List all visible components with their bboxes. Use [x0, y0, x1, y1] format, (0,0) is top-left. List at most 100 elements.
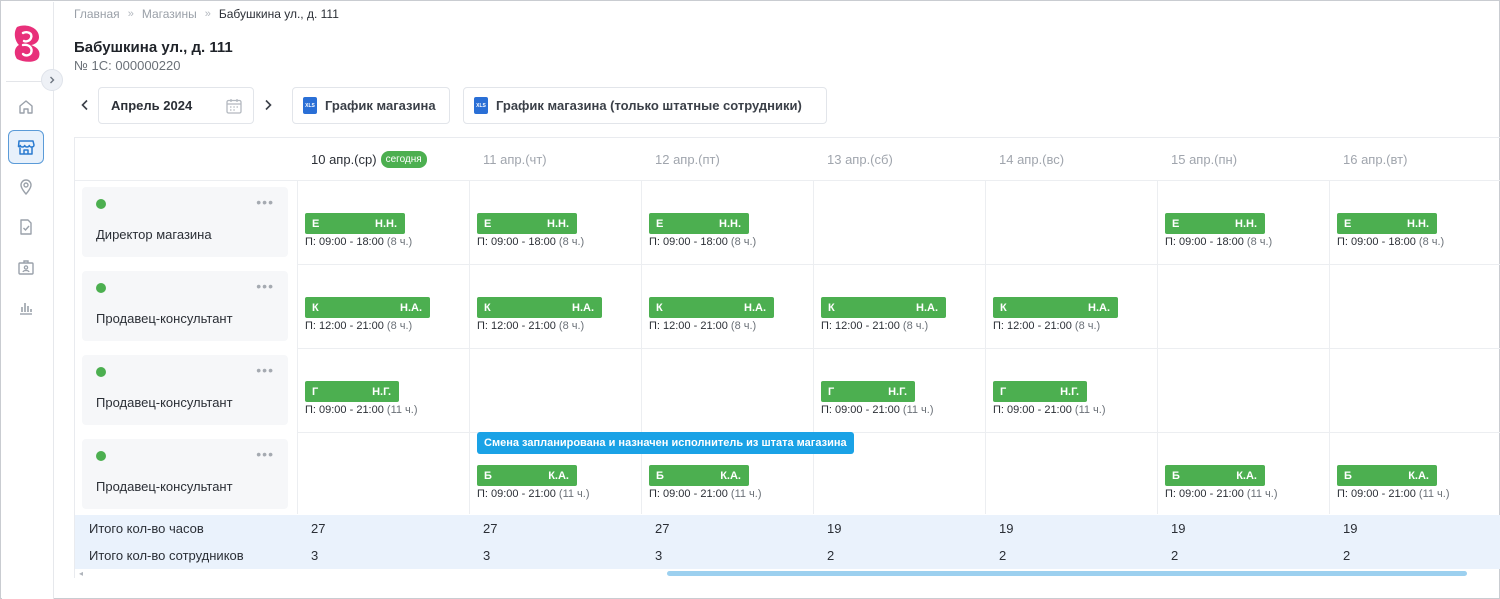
- next-month-button[interactable]: [258, 95, 278, 115]
- shift-employee-bar[interactable]: Е Н.Н.: [1165, 213, 1265, 234]
- total-hours-value: 19: [999, 521, 1014, 536]
- sidebar-item-reports[interactable]: [8, 290, 44, 324]
- sidebar-item-locations[interactable]: [8, 170, 44, 204]
- day-header-6: 16 апр.(вт): [1329, 138, 1500, 181]
- more-options-icon[interactable]: •••: [256, 447, 274, 461]
- page-title: Бабушкина ул., д. 111: [74, 39, 233, 56]
- employee-first-name: Е: [312, 217, 320, 230]
- export-staff-schedule-button[interactable]: XLS График магазина (только штатные сотр…: [463, 87, 827, 124]
- employee-initials: Н.Г.: [1060, 385, 1079, 398]
- shift-employee-bar[interactable]: Б К.А.: [477, 465, 577, 486]
- breadcrumb-stores[interactable]: Магазины: [142, 7, 197, 21]
- scrollbar-thumb[interactable]: [667, 571, 1467, 576]
- shift-time: П: 12:00 - 21:00 (8 ч.): [305, 320, 413, 332]
- employee-initials: К.А.: [548, 469, 569, 482]
- role-card[interactable]: ••• Продавец-консультант: [82, 271, 288, 341]
- shift-time: П: 12:00 - 21:00 (8 ч.): [477, 320, 585, 332]
- shift-cell[interactable]: К Н.А. П: 12:00 - 21:00 (8 ч.): [649, 297, 774, 332]
- shift-cell[interactable]: Б К.А. П: 09:00 - 21:00 (11 ч.): [1337, 465, 1450, 500]
- shift-employee-bar[interactable]: Б К.А.: [1337, 465, 1437, 486]
- breadcrumb-separator: »: [127, 8, 134, 20]
- shift-cell[interactable]: К Н.А. П: 12:00 - 21:00 (8 ч.): [477, 297, 602, 332]
- employee-initials: Н.Н.: [375, 217, 397, 230]
- shift-employee-bar[interactable]: Е Н.Н.: [305, 213, 405, 234]
- shift-employee-bar[interactable]: Е Н.Н.: [649, 213, 749, 234]
- shift-time: П: 12:00 - 21:00 (8 ч.): [993, 320, 1101, 332]
- more-options-icon[interactable]: •••: [256, 363, 274, 377]
- sidebar-item-stores[interactable]: [8, 130, 44, 164]
- shift-employee-bar[interactable]: К Н.А.: [305, 297, 430, 318]
- employee-initials: Н.Г.: [888, 385, 907, 398]
- shift-employee-bar[interactable]: К Н.А.: [649, 297, 774, 318]
- day-header-5: 15 апр.(пн): [1157, 138, 1329, 181]
- shift-employee-bar[interactable]: Г Н.Г.: [305, 381, 399, 402]
- employee-first-name: Е: [656, 217, 664, 230]
- shift-cell[interactable]: Б К.А. П: 09:00 - 21:00 (11 ч.): [1165, 465, 1278, 500]
- employee-initials: К.А.: [1408, 469, 1429, 482]
- role-card[interactable]: ••• Продавец-консультант: [82, 439, 288, 509]
- employee-first-name: К: [656, 301, 663, 314]
- chevron-right-icon: [50, 76, 55, 84]
- day-label: 16 апр.(вт): [1343, 151, 1408, 167]
- more-options-icon[interactable]: •••: [256, 279, 274, 293]
- shift-cell[interactable]: К Н.А. П: 12:00 - 21:00 (8 ч.): [821, 297, 946, 332]
- shift-cell[interactable]: Е Н.Н. П: 09:00 - 18:00 (8 ч.): [305, 213, 412, 248]
- shift-employee-bar[interactable]: Г Н.Г.: [821, 381, 915, 402]
- more-options-icon[interactable]: •••: [256, 195, 274, 209]
- month-picker[interactable]: Апрель 2024: [98, 87, 254, 124]
- shift-cell[interactable]: Г Н.Г. П: 09:00 - 21:00 (11 ч.): [305, 381, 418, 416]
- employee-initials: Н.А.: [744, 301, 766, 314]
- shift-employee-bar[interactable]: Г Н.Г.: [993, 381, 1087, 402]
- shift-time: П: 09:00 - 18:00 (8 ч.): [1337, 236, 1445, 248]
- sidebar-item-home[interactable]: [8, 90, 44, 124]
- role-card[interactable]: ••• Директор магазина: [82, 187, 288, 257]
- shift-employee-bar[interactable]: К Н.А.: [993, 297, 1118, 318]
- total-hours-label: Итого кол-во часов: [89, 521, 204, 536]
- horizontal-scrollbar[interactable]: ◂: [75, 569, 1500, 578]
- total-hours-value: 19: [1343, 521, 1358, 536]
- sidebar-item-tasks[interactable]: [8, 210, 44, 244]
- employee-first-name: Е: [484, 217, 492, 230]
- shift-cell[interactable]: Б К.А. П: 09:00 - 21:00 (11 ч.): [649, 465, 762, 500]
- sidebar-collapse-button[interactable]: [41, 69, 63, 91]
- employee-first-name: К: [828, 301, 835, 314]
- shift-cell[interactable]: К Н.А. П: 12:00 - 21:00 (8 ч.): [993, 297, 1118, 332]
- shift-employee-bar[interactable]: К Н.А.: [477, 297, 602, 318]
- employee-first-name: Е: [1172, 217, 1180, 230]
- shift-cell[interactable]: Е Н.Н. П: 09:00 - 18:00 (8 ч.): [649, 213, 756, 248]
- shift-employee-bar[interactable]: Е Н.Н.: [477, 213, 577, 234]
- shift-time: П: 09:00 - 18:00 (8 ч.): [477, 236, 585, 248]
- day-label: 11 апр.(чт): [483, 151, 547, 167]
- employee-first-name: К: [484, 301, 491, 314]
- shift-cell[interactable]: Е Н.Н. П: 09:00 - 18:00 (8 ч.): [1165, 213, 1272, 248]
- day-label: 10 апр.(ср): [311, 151, 377, 167]
- total-staff-value: 2: [1171, 548, 1179, 563]
- shift-time: П: 09:00 - 18:00 (8 ч.): [305, 236, 413, 248]
- breadcrumb-home[interactable]: Главная: [74, 7, 120, 21]
- scroll-left-icon[interactable]: ◂: [79, 569, 83, 578]
- shift-cell[interactable]: Е Н.Н. П: 09:00 - 18:00 (8 ч.): [477, 213, 584, 248]
- shift-employee-bar[interactable]: Б К.А.: [649, 465, 749, 486]
- shift-cell[interactable]: К Н.А. П: 12:00 - 21:00 (8 ч.): [305, 297, 430, 332]
- shift-employee-bar[interactable]: Б К.А.: [1165, 465, 1265, 486]
- shift-cell[interactable]: Г Н.Г. П: 09:00 - 21:00 (11 ч.): [993, 381, 1106, 416]
- day-label: 14 апр.(вс): [999, 151, 1065, 167]
- shift-cell[interactable]: Б К.А. П: 09:00 - 21:00 (11 ч.): [477, 465, 590, 500]
- shift-cell[interactable]: Г Н.Г. П: 09:00 - 21:00 (11 ч.): [821, 381, 934, 416]
- role-card[interactable]: ••• Продавец-консультант: [82, 355, 288, 425]
- prev-month-button[interactable]: [75, 95, 95, 115]
- employee-initials: Н.Н.: [1407, 217, 1429, 230]
- total-hours-value: 27: [655, 521, 670, 536]
- sidebar-item-employees[interactable]: [8, 250, 44, 284]
- shift-cell[interactable]: Е Н.Н. П: 09:00 - 18:00 (8 ч.): [1337, 213, 1444, 248]
- export-store-schedule-button[interactable]: XLS График магазина: [292, 87, 450, 124]
- status-dot: [96, 367, 106, 377]
- total-staff-row: Итого кол-во сотрудников 3 3 3 2 2 2 2: [75, 542, 1500, 569]
- total-hours-row: Итого кол-во часов 27 27 27 19 19 19 19: [75, 515, 1500, 542]
- shift-employee-bar[interactable]: К Н.А.: [821, 297, 946, 318]
- shift-employee-bar[interactable]: Е Н.Н.: [1337, 213, 1437, 234]
- schedule-grid: 10 апр.(ср) сегодня 11 апр.(чт) 12 апр.(…: [74, 137, 1500, 578]
- total-hours-value: 27: [483, 521, 498, 536]
- brand-logo-icon[interactable]: [11, 23, 43, 63]
- location-icon: [20, 179, 32, 196]
